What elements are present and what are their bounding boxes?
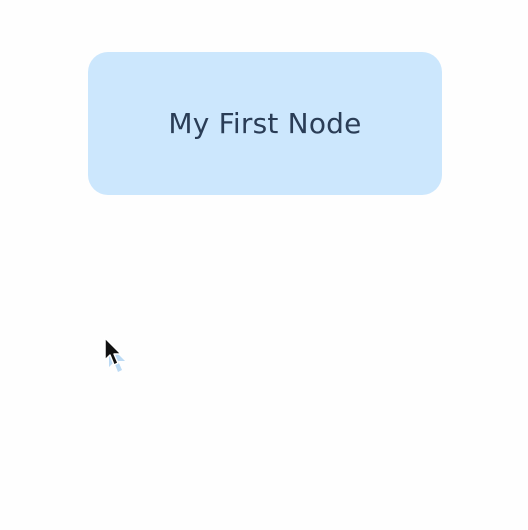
flow-canvas[interactable]: My First Node bbox=[0, 0, 528, 530]
node-my-first-node[interactable]: My First Node bbox=[88, 52, 442, 195]
arrow-pointer-icon bbox=[104, 337, 125, 372]
node-label: My First Node bbox=[168, 107, 362, 140]
